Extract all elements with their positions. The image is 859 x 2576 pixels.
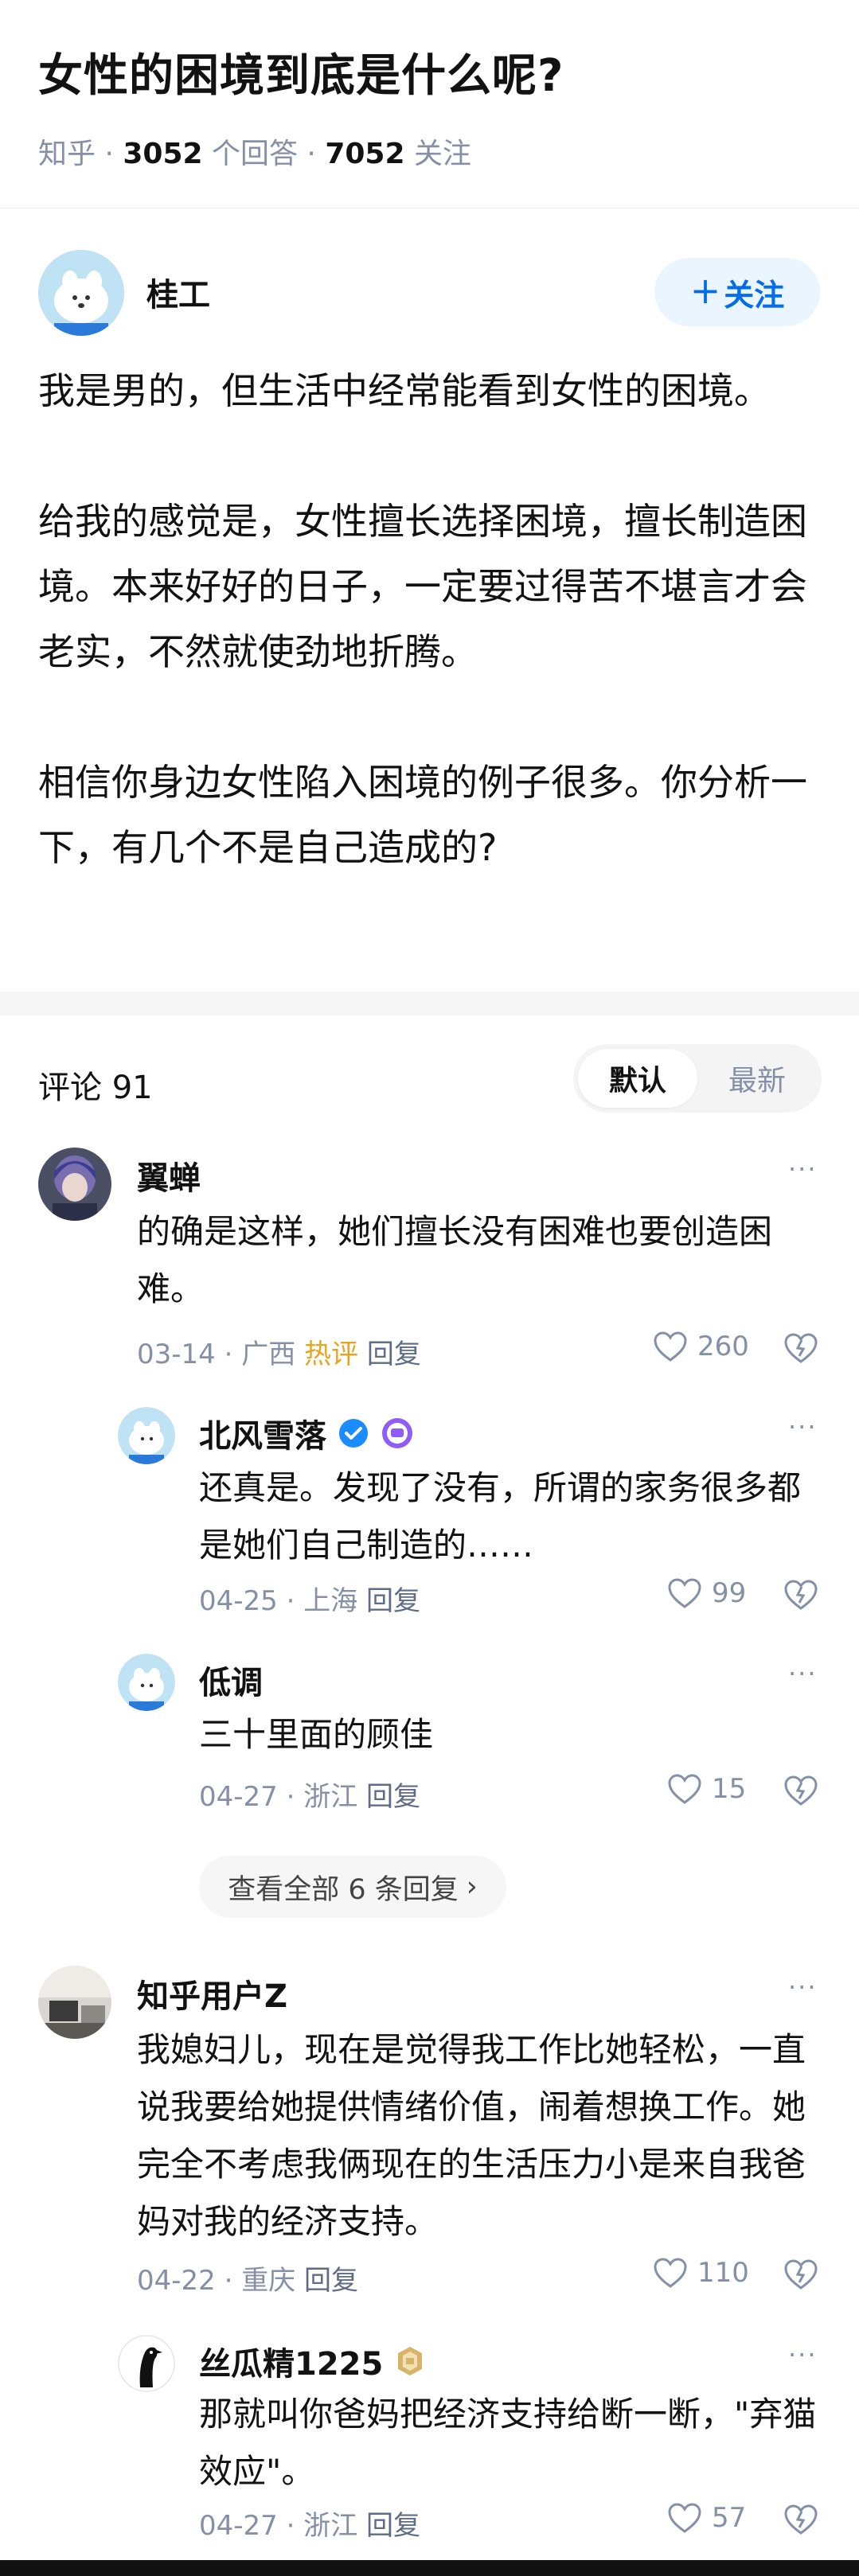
comment-author-name[interactable]: 翼蝉 <box>137 1152 201 1198</box>
section-divider <box>0 992 859 1015</box>
sort-default-tab[interactable]: 默认 <box>578 1049 697 1108</box>
answer-paragraph: 给我的感觉是，女性擅长选择困境，擅长制造困境。本来好好的日子，一定要过得苦不堪言… <box>38 500 807 673</box>
like-button[interactable]: 15 <box>667 1773 746 1805</box>
answer-paragraph: 我是男的，但生活中经常能看到女性的困境。 <box>38 369 771 412</box>
follow-button[interactable]: + 关注 <box>654 258 820 326</box>
author-row: 桂工 + 关注 <box>0 239 859 350</box>
dislike-icon <box>784 2259 818 2290</box>
comments-header: 评论 91 默认 最新 <box>0 1035 859 1122</box>
see-all-replies-button[interactable]: 查看全部 6 条回复 › <box>199 1856 506 1918</box>
dislike-icon <box>784 1580 818 1610</box>
author-avatar[interactable] <box>38 250 124 336</box>
comments-count: 评论 91 <box>38 1070 153 1106</box>
avatar[interactable] <box>118 1407 175 1464</box>
follow-count: 7052 <box>325 138 405 170</box>
comment-author-name[interactable]: 知乎用户Z <box>137 1970 287 2017</box>
more-icon[interactable]: ··· <box>788 2340 818 2370</box>
see-all-replies-label: 查看全部 6 条回复 <box>228 1873 459 1906</box>
reply-button[interactable]: 回复 <box>304 2265 358 2297</box>
avatar[interactable] <box>118 1654 175 1711</box>
dislike-button[interactable] <box>783 1775 818 1810</box>
comment-meta: 04-22 · 重庆 回复 <box>137 2258 358 2297</box>
dislike-button[interactable] <box>783 1579 818 1614</box>
reply-button[interactable]: 回复 <box>367 1339 421 1370</box>
reply-button[interactable]: 回复 <box>366 1585 420 1617</box>
comment-meta: 04-27 · 浙江 回复 <box>199 2504 420 2543</box>
like-button[interactable]: 110 <box>653 2257 749 2289</box>
badge-icon <box>398 2347 423 2375</box>
like-count: 99 <box>712 1577 747 1609</box>
follow-button-label: 关注 <box>724 277 785 313</box>
more-icon[interactable]: ··· <box>788 1972 818 2002</box>
like-count: 110 <box>697 2257 749 2289</box>
avatar[interactable] <box>118 2335 175 2392</box>
question-meta: 知乎 · 3052 个回答 · 7052 关注 <box>38 131 471 172</box>
heart-icon <box>654 2258 687 2288</box>
badge-icon <box>382 1418 412 1448</box>
plus-icon: + <box>689 269 721 312</box>
question-source: 知乎 · <box>38 138 123 170</box>
reply-button[interactable]: 回复 <box>366 1781 420 1813</box>
comment-meta: 03-14 · 广西 热评 回复 <box>137 1332 421 1371</box>
like-button[interactable]: 99 <box>667 1577 746 1609</box>
answer-paragraph: 相信你身边女性陷入困境的例子很多。你分析一下，有几个不是自己造成的? <box>38 761 807 869</box>
like-count: 57 <box>712 2502 747 2534</box>
comment-text: 的确是这样，她们擅长没有困难也要创造困难。 <box>137 1212 773 1308</box>
sort-latest-tab[interactable]: 最新 <box>697 1049 817 1108</box>
comment-author-name[interactable]: 丝瓜精1225 <box>199 2338 426 2384</box>
like-button[interactable]: 260 <box>653 1331 749 1362</box>
comment-date-location: 04-27 · 浙江 <box>199 2510 367 2542</box>
comment-text: 我媳妇儿，现在是觉得我工作比她轻松，一直说我要给她提供情绪价值，闹着想换工作。她… <box>137 2030 806 2241</box>
answer-count: 3052 <box>123 138 203 170</box>
answer-count-label: 个回答 · <box>202 138 326 170</box>
sort-toggle: 默认 最新 <box>573 1044 822 1113</box>
bottom-bar <box>0 2560 859 2576</box>
comment-author-name[interactable]: 北风雪落 <box>199 1410 414 1456</box>
dislike-button[interactable] <box>783 2504 818 2539</box>
heart-icon <box>668 2503 701 2533</box>
avatar[interactable] <box>38 1148 111 1221</box>
heart-icon <box>654 1331 687 1362</box>
comment-meta: 04-27 · 浙江 回复 <box>199 1775 420 1814</box>
dislike-button[interactable] <box>783 2258 818 2293</box>
dislike-icon <box>784 1775 818 1806</box>
comment-meta: 04-25 · 上海 回复 <box>199 1579 420 1618</box>
comment-date-location: 04-25 · 上海 <box>199 1585 367 1617</box>
verified-icon <box>339 1419 368 1448</box>
dislike-button[interactable] <box>783 1332 818 1367</box>
answer-body: 我是男的，但生活中经常能看到女性的困境。 给我的感觉是，女性擅长选择困境，擅长制… <box>38 358 826 880</box>
question-header: 女性的困境到底是什么呢? 知乎 · 3052 个回答 · 7052 关注 <box>0 0 859 208</box>
question-title[interactable]: 女性的困境到底是什么呢? <box>38 40 564 104</box>
author-name[interactable]: 桂工 <box>146 269 210 315</box>
more-icon[interactable]: ··· <box>788 1658 818 1689</box>
heart-icon <box>668 1578 701 1608</box>
reply-button[interactable]: 回复 <box>366 2510 420 2542</box>
comment-text: 还真是。发现了没有，所谓的家务很多都是她们自己制造的…… <box>199 1468 802 1565</box>
chevron-right-icon: › <box>466 1871 478 1903</box>
dislike-icon <box>784 1333 818 1363</box>
comment-text: 那就叫你爸妈把经济支持给断一断，"弃猫效应"。 <box>199 2395 817 2491</box>
heart-icon <box>668 1774 701 1804</box>
like-count: 15 <box>712 1773 747 1805</box>
dislike-icon <box>784 2504 818 2535</box>
more-icon[interactable]: ··· <box>788 1154 818 1184</box>
comment-date-location: 04-22 · 重庆 <box>137 2265 305 2297</box>
comment-author-name[interactable]: 低调 <box>199 1657 263 1703</box>
comment-date-location: 04-27 · 浙江 <box>199 1781 367 1813</box>
more-icon[interactable]: ··· <box>788 1412 818 1442</box>
like-button[interactable]: 57 <box>667 2502 746 2534</box>
comment-text: 三十里面的顾佳 <box>199 1715 434 1754</box>
follow-count-label: 关注 <box>404 138 471 170</box>
comment-date-location: 03-14 · 广西 <box>137 1339 305 1370</box>
hot-comment-badge: 热评 <box>304 1339 359 1370</box>
avatar[interactable] <box>38 1966 111 2039</box>
like-count: 260 <box>697 1331 749 1362</box>
